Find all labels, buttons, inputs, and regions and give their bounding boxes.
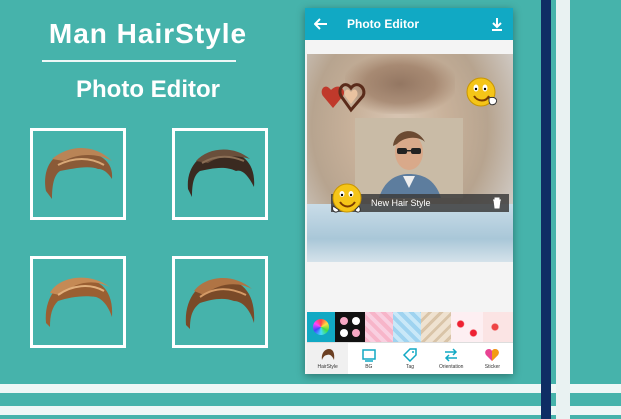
portrait-photo[interactable] — [355, 118, 463, 198]
app-window: Photo Editor New Hair Style HairStyle BG… — [305, 8, 513, 374]
accent-bar — [541, 0, 551, 419]
hairstyle-sample-2 — [172, 128, 268, 220]
tool-orientation[interactable]: Orientation — [431, 343, 472, 374]
tool-label: BG — [365, 363, 373, 370]
background-icon — [362, 348, 376, 362]
emoji-sticker[interactable] — [329, 182, 365, 216]
tag-icon — [402, 347, 417, 362]
hairstyle-sample-4-icon — [185, 277, 255, 329]
hairstyle-sample-1 — [30, 128, 126, 220]
trash-icon[interactable] — [489, 195, 505, 211]
hairstyle-sample-2-icon — [187, 149, 255, 197]
sticker-icon — [485, 348, 500, 361]
background-palette — [307, 312, 513, 342]
bottom-toolbar: HairStyle BG Tag Orientation Sticker — [307, 342, 513, 374]
tool-label: Tag — [405, 363, 415, 370]
orientation-icon — [445, 347, 458, 362]
download-icon[interactable] — [485, 8, 509, 40]
background-stripe — [0, 384, 621, 393]
pattern-swatch-pink[interactable] — [365, 312, 393, 342]
tool-bg[interactable]: BG — [348, 343, 389, 374]
promo-subtitle: Photo Editor — [76, 76, 220, 103]
hairstyle-sample-4 — [172, 256, 268, 348]
pattern-swatch-hearts[interactable] — [451, 312, 483, 342]
pattern-swatch-cream[interactable] — [421, 312, 451, 342]
color-picker-icon[interactable] — [307, 312, 335, 342]
emoji-sticker[interactable] — [465, 76, 501, 110]
back-arrow-icon[interactable] — [309, 8, 333, 40]
pattern-swatch-blue[interactable] — [393, 312, 421, 342]
caption-text: New Hair Style — [371, 198, 431, 208]
pattern-swatch-dots[interactable] — [335, 312, 365, 342]
promo-title: Man HairStyle — [48, 18, 248, 49]
hairstyle-sample-1-icon — [45, 148, 113, 199]
tool-label: Sticker — [484, 363, 501, 370]
hairstyle-sample-3-icon — [45, 277, 113, 327]
hairstyle-sample-3 — [30, 256, 126, 348]
tool-sticker[interactable]: Sticker — [472, 343, 513, 374]
pattern-swatch-roses[interactable] — [483, 312, 513, 342]
header-title: Photo Editor — [347, 17, 419, 31]
tool-label: HairStyle — [317, 363, 338, 370]
accent-bar-light — [556, 0, 570, 419]
tool-hairstyle[interactable]: HairStyle — [307, 343, 349, 374]
heart-sticker[interactable] — [319, 80, 367, 118]
app-header: Photo Editor — [305, 8, 513, 40]
tool-tag[interactable]: Tag — [389, 343, 430, 374]
hairstyle-icon — [321, 348, 334, 360]
edit-canvas[interactable]: New Hair Style — [307, 54, 513, 262]
background-stripe — [0, 406, 621, 415]
title-divider — [42, 60, 236, 62]
tool-label: Orientation — [438, 363, 464, 370]
